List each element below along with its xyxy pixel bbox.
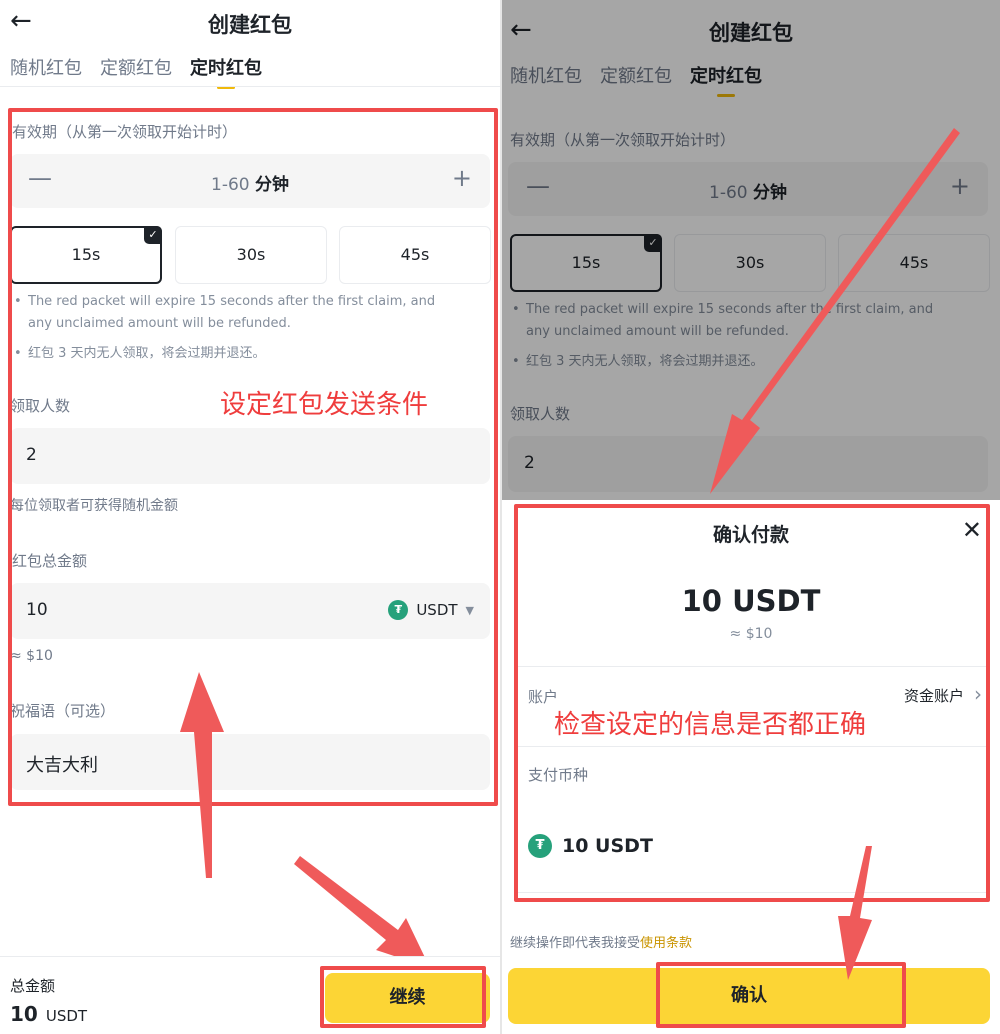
arrow-diagonal [294,856,430,968]
arrow-down-diagonal [710,128,960,494]
highlight-box [320,966,486,1028]
annotation-arrows [710,128,960,980]
arrow-up [180,672,224,878]
summary-value: 10 USDT [10,1002,87,1026]
summary-unit: USDT [45,1007,88,1025]
annotation-arrows [180,672,430,968]
summary-number: 10 [10,1002,38,1026]
confirm-payment-screen: ← 创建红包 随机红包 定额红包 定时红包 有效期（从第一次领取开始计时） — … [502,0,1000,1034]
arrow-down [838,846,872,980]
summary-label: 总金额 [10,977,56,995]
create-packet-screen: ← 创建红包 随机红包 定额红包 定时红包 有效期（从第一次领取开始计时） — … [0,0,500,1034]
